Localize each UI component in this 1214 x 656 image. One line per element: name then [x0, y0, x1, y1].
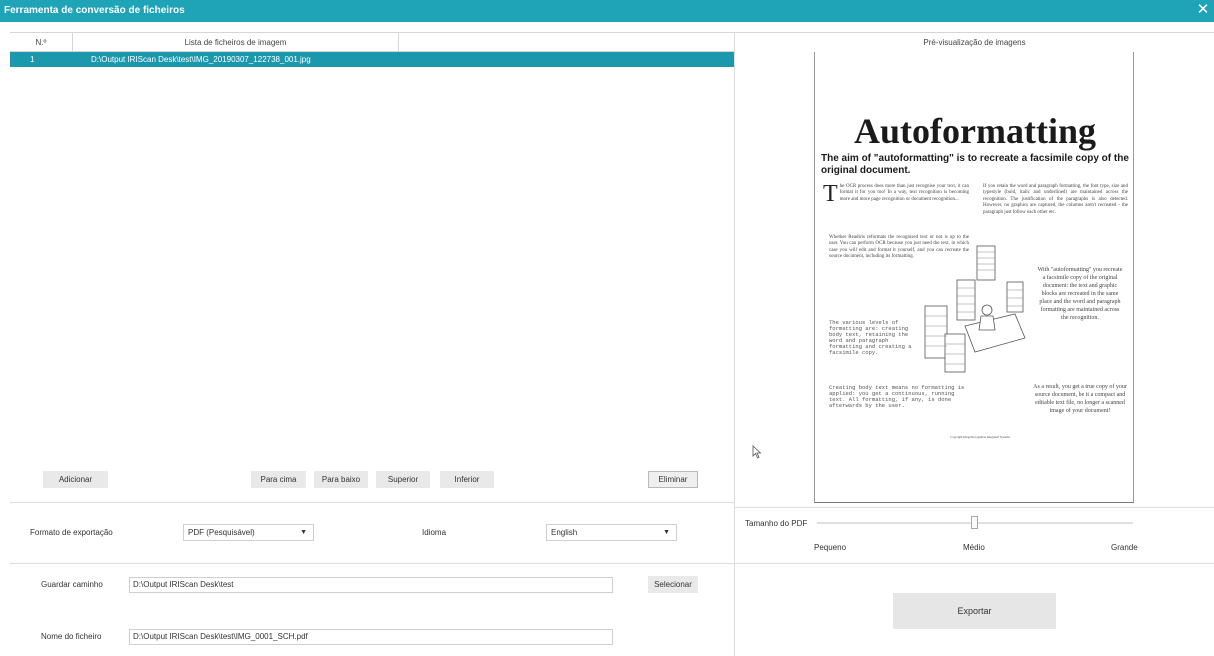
divider — [735, 507, 1214, 508]
pdf-size-label: Tamanho do PDF — [745, 519, 808, 528]
add-button[interactable]: Adicionar — [43, 471, 108, 488]
divider — [10, 563, 1214, 564]
file-row-path: D:\Output IRIScan Desk\test\IMG_20190307… — [91, 55, 311, 64]
doc-paragraph: The OCR process does more than just reco… — [823, 181, 969, 207]
slider-tick-small: Pequeno — [814, 543, 847, 552]
paper-stacks-illustration — [924, 245, 1026, 373]
doc-heading: Autoformatting — [854, 111, 1096, 151]
export-format-value: PDF (Pesquisável) — [188, 528, 255, 537]
column-header-blank — [399, 33, 734, 52]
move-down-button[interactable]: Para baixo — [314, 471, 368, 488]
mouse-cursor-icon — [752, 445, 762, 459]
slider-tick-medium: Médio — [963, 543, 985, 552]
doc-footer: Copyright Image Recognition Integrated S… — [950, 435, 1010, 439]
delete-button[interactable]: Eliminar — [648, 471, 698, 488]
move-bottom-button[interactable]: Inferior — [440, 471, 494, 488]
doc-subheading: The aim of "autoformatting" is to recrea… — [821, 153, 1129, 176]
move-top-button[interactable]: Superior — [376, 471, 430, 488]
export-button[interactable]: Exportar — [893, 593, 1056, 629]
save-path-field[interactable]: D:\Output IRIScan Desk\test — [129, 577, 613, 593]
file-name-label: Nome do ficheiro — [41, 632, 102, 641]
divider — [10, 502, 734, 503]
export-format-label: Formato de exportação — [30, 528, 113, 537]
pdf-size-slider-thumb[interactable] — [971, 516, 978, 529]
chevron-down-icon: ▼ — [300, 529, 307, 536]
language-value: English — [551, 528, 578, 537]
slider-tick-large: Grande — [1111, 543, 1138, 552]
title-bar: Ferramenta de conversão de ficheiros ✕ — [0, 0, 1214, 22]
file-list-header: N.º Lista de ficheiros de imagem — [10, 32, 734, 52]
export-format-select[interactable]: PDF (Pesquisável) ▼ — [183, 524, 314, 541]
window-title: Ferramenta de conversão de ficheiros — [4, 5, 185, 16]
doc-paragraph: As a result, you get a true copy of your… — [1033, 384, 1127, 414]
preview-title: Pré-visualização de imagens — [735, 32, 1214, 52]
doc-paragraph: The various levels of formatting are: cr… — [829, 319, 912, 356]
column-header-files[interactable]: Lista de ficheiros de imagem — [73, 33, 399, 52]
chevron-down-icon: ▼ — [663, 529, 670, 536]
document-preview: Autoformatting The aim of "autoformattin… — [814, 52, 1134, 503]
doc-paragraph: With "autoformatting" you recreate a fac… — [1037, 267, 1123, 321]
select-folder-button[interactable]: Selecionar — [648, 576, 698, 593]
language-label: Idioma — [422, 528, 447, 537]
column-header-number[interactable]: N.º — [10, 33, 73, 52]
file-list[interactable]: 1 D:\Output IRIScan Desk\test\IMG_201903… — [10, 52, 734, 484]
file-row-number: 1 — [30, 55, 35, 64]
move-up-button[interactable]: Para cima — [251, 471, 306, 488]
language-select[interactable]: English ▼ — [546, 524, 677, 541]
file-conversion-window: Ferramenta de conversão de ficheiros ✕ N… — [0, 0, 1214, 656]
file-list-row[interactable]: 1 D:\Output IRIScan Desk\test\IMG_201903… — [10, 52, 734, 67]
save-path-label: Guardar caminho — [41, 580, 103, 589]
doc-paragraph: If you retain the word and paragraph for… — [983, 184, 1128, 215]
close-icon[interactable]: ✕ — [1194, 0, 1212, 22]
doc-paragraph-text: he OCR process does more than just recog… — [839, 184, 969, 202]
file-name-field[interactable]: D:\Output IRIScan Desk\test\IMG_0001_SCH… — [129, 629, 613, 645]
doc-paragraph: Creating body text means no formatting i… — [829, 384, 965, 409]
